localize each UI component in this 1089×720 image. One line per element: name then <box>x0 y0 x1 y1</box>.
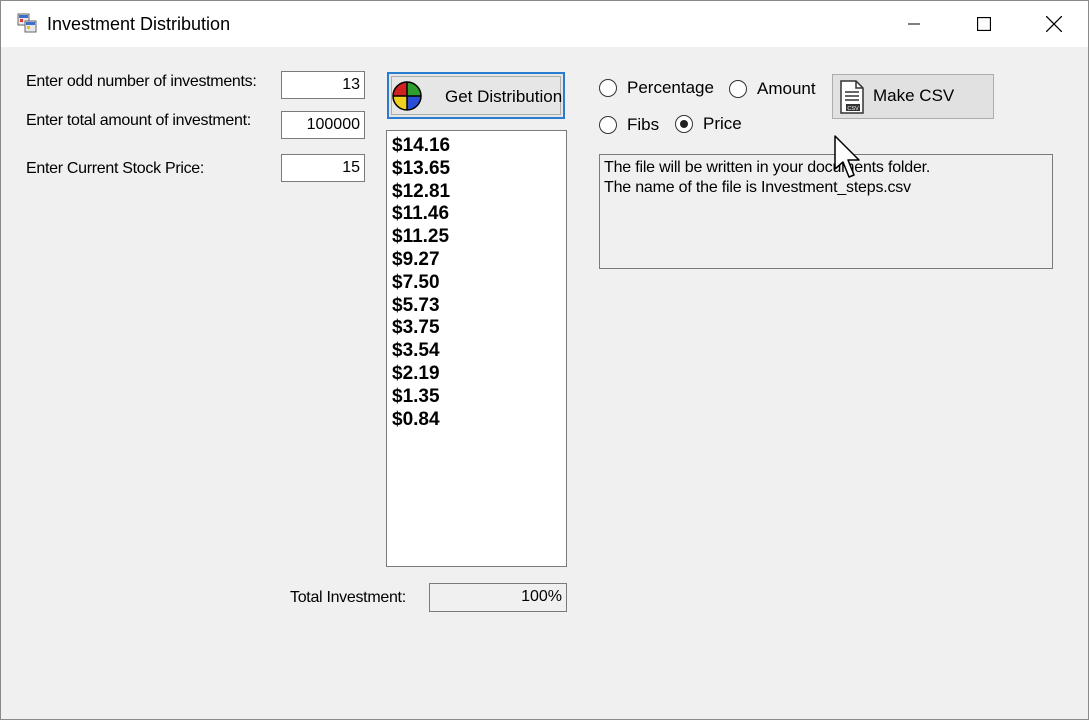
svg-text:CSV: CSV <box>847 106 859 112</box>
total-amount-input[interactable]: 100000 <box>281 111 365 139</box>
list-item[interactable]: $3.75 <box>392 317 566 340</box>
total-investment-value: 100% <box>429 583 567 612</box>
get-distribution-button[interactable]: Get Distribution <box>387 72 565 119</box>
fibs-label: Fibs <box>627 115 660 134</box>
list-item[interactable]: $14.16 <box>392 135 566 158</box>
list-item[interactable]: $9.27 <box>392 249 566 272</box>
pie-chart-icon <box>392 81 422 111</box>
stock-price-input[interactable]: 15 <box>281 154 365 182</box>
make-csv-label: Make CSV <box>873 86 955 105</box>
investment-distribution-window: Investment Distribution Enter odd number… <box>0 0 1089 720</box>
list-item[interactable]: $11.46 <box>392 203 566 226</box>
list-item[interactable]: $2.19 <box>392 363 566 386</box>
percentage-label: Percentage <box>627 78 714 97</box>
app-window-icon <box>17 13 37 33</box>
maximize-icon <box>977 17 991 31</box>
radio-circle-selected <box>675 115 693 133</box>
get-distribution-label: Get Distribution <box>445 87 563 106</box>
list-item[interactable]: $0.84 <box>392 409 566 432</box>
fibs-radio[interactable]: Fibs <box>599 115 659 135</box>
close-button[interactable] <box>1019 1 1089 47</box>
list-item[interactable]: $12.81 <box>392 181 566 204</box>
radio-circle <box>729 80 747 98</box>
total-amount-label: Enter total amount of investment: <box>26 112 251 129</box>
list-item[interactable]: $3.54 <box>392 340 566 363</box>
minimize-icon <box>908 23 920 25</box>
radio-circle <box>599 116 617 134</box>
message-textbox[interactable]: The file will be written in your documen… <box>599 154 1053 269</box>
odd-number-input[interactable]: 13 <box>281 71 365 99</box>
amount-label: Amount <box>757 79 816 98</box>
make-csv-button[interactable]: CSV Make CSV <box>832 74 994 119</box>
total-investment-label: Total Investment: <box>290 589 406 606</box>
price-radio[interactable]: Price <box>675 114 742 134</box>
message-line-2: The name of the file is Investment_steps… <box>604 179 911 196</box>
list-item[interactable]: $5.73 <box>392 295 566 318</box>
minimize-button[interactable] <box>879 1 949 47</box>
mouse-cursor-icon <box>834 135 860 178</box>
list-item[interactable]: $7.50 <box>392 272 566 295</box>
close-icon <box>1046 16 1062 32</box>
amount-radio[interactable]: Amount <box>729 79 816 99</box>
message-line-1: The file will be written in your documen… <box>604 159 931 176</box>
title-bar: Investment Distribution <box>1 1 1088 47</box>
radio-circle <box>599 79 617 97</box>
list-item[interactable]: $1.35 <box>392 386 566 409</box>
stock-price-label: Enter Current Stock Price: <box>26 160 205 177</box>
distribution-listbox[interactable]: $14.16 $13.65 $12.81 $11.46 $11.25 $9.27… <box>386 130 567 567</box>
list-item[interactable]: $13.65 <box>392 158 566 181</box>
percentage-radio[interactable]: Percentage <box>599 78 714 98</box>
odd-number-label: Enter odd number of investments: <box>26 73 257 90</box>
window-title: Investment Distribution <box>47 14 231 34</box>
maximize-button[interactable] <box>949 1 1019 47</box>
list-item[interactable]: $11.25 <box>392 226 566 249</box>
csv-file-icon: CSV <box>840 80 864 114</box>
price-label: Price <box>703 114 742 133</box>
